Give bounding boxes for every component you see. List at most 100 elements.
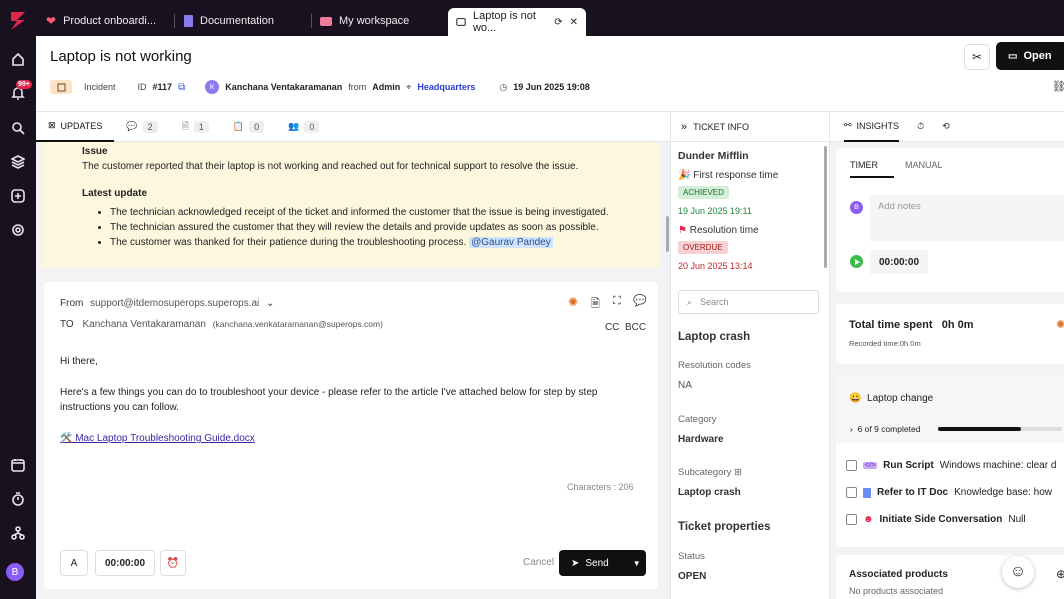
comment-icon[interactable]: 💬 (633, 294, 647, 307)
mention-tag[interactable]: @Gaurav Pandey (469, 237, 553, 248)
checkbox[interactable] (846, 460, 857, 471)
tab-timer[interactable]: TIMER (850, 160, 894, 178)
tab-laptop-ticket[interactable]: Laptop is not wo... ⟳ ✕ (448, 8, 586, 36)
category-value[interactable]: Hardware (678, 434, 724, 445)
checklist-title: Laptop change (867, 393, 934, 404)
client-name[interactable]: Dunder Mifflin (678, 150, 749, 162)
to-name[interactable]: Kanchana Ventakaramanan (83, 319, 206, 330)
from-row: From support@itdemosuperops.superops.ai … (60, 298, 274, 309)
ticket-header: Laptop is not working Incident ID #117 ⧉… (36, 36, 1064, 112)
resolution-label: Resolution time (689, 225, 759, 236)
progress-row[interactable]: › 6 of 9 completed (850, 424, 920, 434)
checklist-card: 😀 Laptop change › 6 of 9 completed </> R… (836, 377, 1064, 547)
checklist-title-row[interactable]: 😀 Laptop change (849, 393, 933, 404)
tab-updates[interactable]: ⊠ UPDATES (36, 112, 115, 142)
tab-count: 2 (142, 120, 158, 133)
search-icon[interactable] (9, 119, 27, 137)
tab-label: UPDATES (60, 120, 103, 131)
properties-heading: Ticket properties (678, 521, 771, 533)
link-icon[interactable]: ⛓ (1052, 80, 1064, 93)
info-search-input[interactable]: ⌕ Search (678, 290, 819, 314)
tab-documentation[interactable]: Documentation (176, 8, 312, 34)
chevron-down-icon[interactable]: ⌄ (266, 298, 274, 309)
attachment-link[interactable]: 🛠️ Mac Laptop Troubleshooting Guide.docx (60, 433, 255, 444)
calendar-icon[interactable] (9, 456, 27, 474)
scrollbar[interactable] (824, 146, 827, 268)
timer-display: 00:00:00 (870, 250, 928, 274)
ai-sparkle-icon[interactable]: ✺ (568, 295, 578, 309)
template-icon[interactable]: 🗎 (591, 295, 600, 314)
reply-composer: From support@itdemosuperops.superops.ai … (44, 282, 658, 589)
list-item: The technician acknowledged receipt of t… (110, 205, 619, 220)
hierarchy-icon[interactable] (9, 524, 27, 542)
item-detail: Windows machine: clear d (939, 460, 1057, 471)
layers-icon[interactable] (9, 153, 27, 171)
clock-icon: ◷ (499, 81, 508, 92)
tab-my-workspace[interactable]: My workspace (312, 8, 446, 34)
from-email[interactable]: support@itdemosuperops.superops.ai (90, 298, 259, 309)
binoculars-icon: ⚯ (844, 120, 852, 130)
settings-icon[interactable] (9, 221, 27, 239)
send-button[interactable]: ➤ Send ▼ (559, 550, 646, 576)
expand-icon[interactable]: ⛶ (613, 295, 621, 308)
resolution-codes-value[interactable]: NA (678, 380, 692, 391)
first-response-date: 19 Jun 2025 19:11 (678, 206, 752, 216)
progress-bar (938, 427, 1062, 431)
org-name[interactable]: Admin (372, 82, 400, 92)
superops-logo[interactable] (5, 8, 31, 34)
tools-button[interactable]: ✂ (964, 44, 990, 70)
collapse-icon[interactable]: » (681, 121, 687, 133)
tab-notes[interactable]: 🗎 1 (170, 112, 221, 142)
bcc-button[interactable]: BCC (625, 322, 646, 333)
tab-approvals[interactable]: 👥 0 (276, 112, 331, 142)
ai-sparkle-icon[interactable]: ✺ (1056, 318, 1064, 331)
overdue-badge: OVERDUE (678, 241, 728, 254)
cc-button[interactable]: CC (605, 322, 619, 333)
refresh-icon[interactable]: ⟳ (554, 17, 562, 28)
reply-body[interactable]: Hi there, Here's a few things you can do… (60, 354, 640, 446)
status-value[interactable]: OPEN (678, 571, 706, 582)
checklist-item[interactable]: ☻ Initiate Side Conversation Null (846, 514, 1026, 525)
timer-icon[interactable]: ⏱ (917, 121, 924, 132)
tab-conversations[interactable]: 💬 2 (114, 112, 169, 142)
update-list: The technician acknowledged receipt of t… (110, 205, 619, 250)
status-open-button[interactable]: ▭ Open ⌄ (996, 42, 1064, 70)
history-icon[interactable]: ⟲ (942, 121, 950, 132)
tab-insights[interactable]: ⚯ INSIGHTS (844, 112, 900, 142)
site-link[interactable]: Headquarters (417, 82, 475, 92)
checkbox[interactable] (846, 514, 857, 525)
tab-worklog[interactable]: 📋 0 (221, 112, 276, 142)
close-icon[interactable]: ✕ (570, 17, 578, 28)
resolution-date: 20 Jun 2025 13:14 (678, 261, 753, 271)
updates-icon: ⊠ (48, 120, 56, 130)
user-avatar[interactable]: B (6, 563, 24, 581)
chevron-down-icon[interactable]: ▼ (633, 559, 641, 568)
subcategory-value[interactable]: Laptop crash (678, 487, 741, 498)
cancel-button[interactable]: Cancel (523, 557, 554, 568)
checkbox[interactable] (846, 487, 857, 498)
add-icon[interactable] (9, 187, 27, 205)
recorded-time: Recorded time:0h 0m (849, 339, 921, 348)
requester-name[interactable]: Kanchana Ventakaramanan (225, 82, 342, 92)
tab-product-onboarding[interactable]: ❤ Product onboardi... (38, 8, 175, 34)
notification-badge: 99+ (16, 80, 32, 89)
scrollbar[interactable] (666, 216, 669, 252)
add-icon[interactable]: ⊕ (1056, 567, 1064, 581)
resolution-codes-label: Resolution codes (678, 360, 751, 371)
time-spent-card: Total time spent 0h 0m Recorded time:0h … (836, 304, 1064, 364)
character-count: Characters : 206 (567, 482, 634, 492)
play-button[interactable] (850, 255, 863, 268)
format-button[interactable]: A (60, 550, 88, 576)
checklist-item[interactable]: Refer to IT Doc Knowledge base: how (846, 487, 1052, 498)
associated-products-empty: No products associated (849, 586, 944, 596)
home-icon[interactable] (9, 50, 27, 68)
timer-icon[interactable] (9, 490, 27, 508)
timer-button[interactable]: ⏰ (160, 550, 186, 576)
conversation-icon: ☻ (863, 514, 874, 525)
assistant-fab[interactable]: ☺ (1002, 556, 1034, 588)
notes-input[interactable]: Add notes (870, 195, 1064, 241)
copy-icon[interactable]: ⧉ (178, 82, 185, 93)
item-title: Run Script (883, 460, 934, 471)
checklist-item[interactable]: </> Run Script Windows machine: clear d (846, 460, 1056, 471)
tab-manual[interactable]: MANUAL (905, 160, 943, 170)
